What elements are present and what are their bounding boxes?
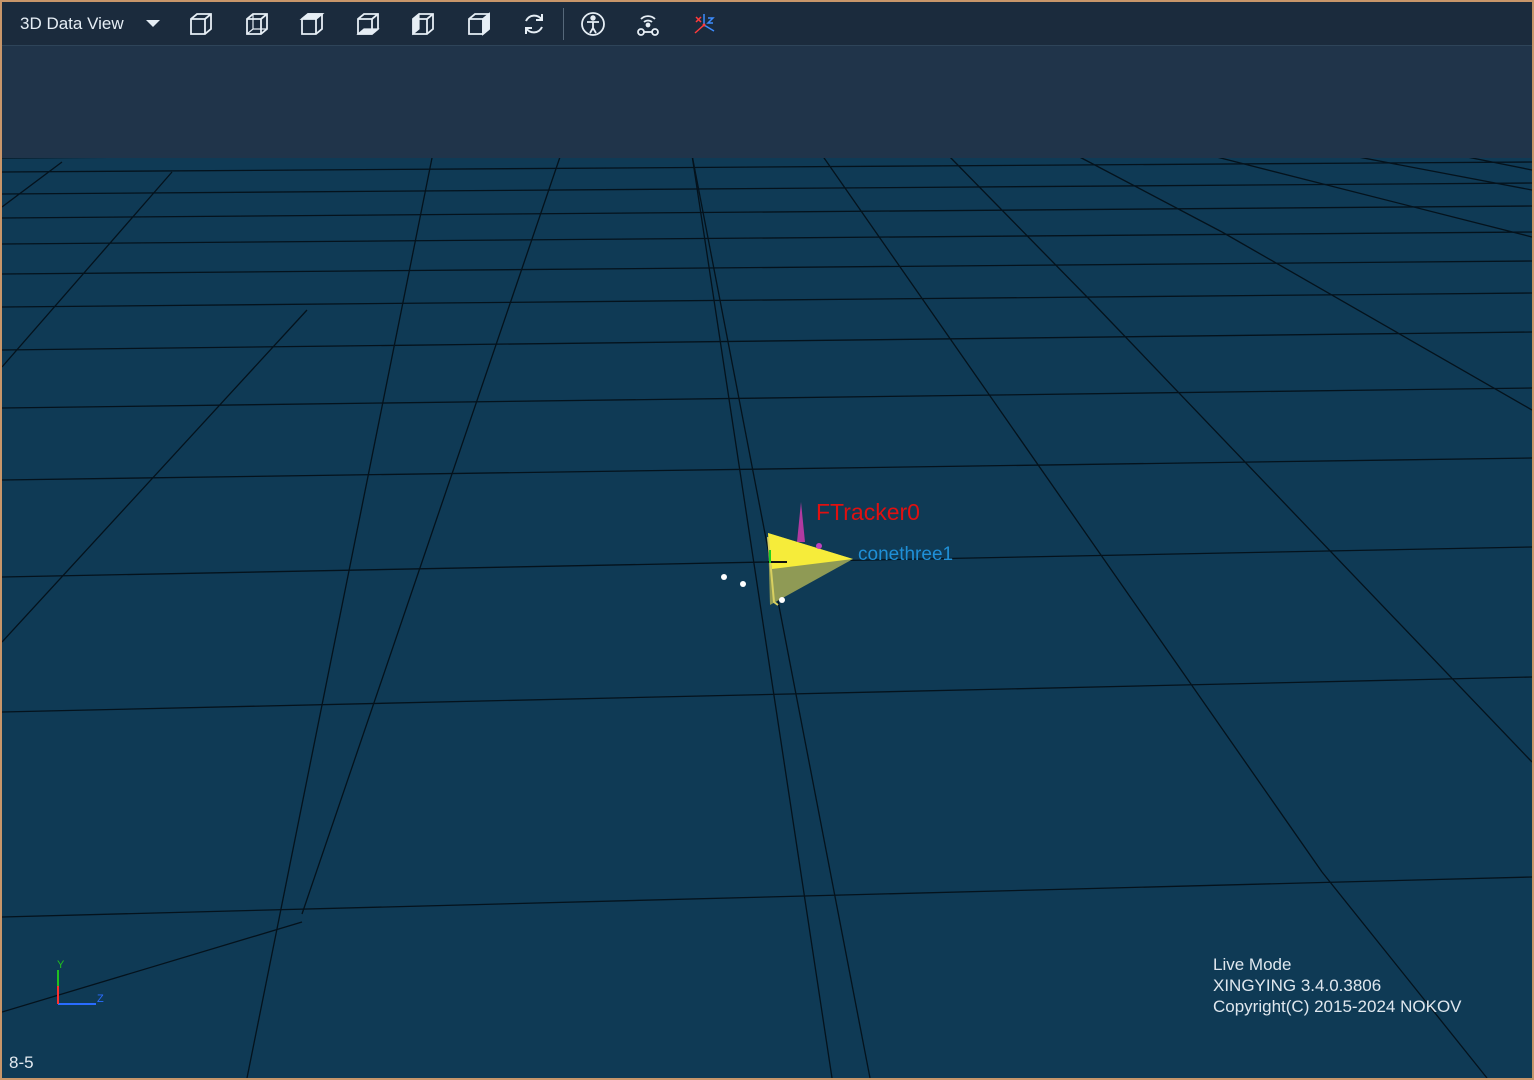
reset-view-button[interactable] [507, 2, 563, 45]
skeleton-button[interactable] [565, 2, 621, 45]
view-front-button[interactable] [174, 2, 230, 45]
toolbar-divider [563, 7, 565, 40]
axes-icon [694, 13, 715, 34]
status-info: Live Mode XINGYING 3.4.0.3806 Copyright(… [1213, 954, 1462, 1017]
skeleton-icon [580, 11, 605, 36]
rigid-body-label: conethree1 [858, 544, 954, 565]
view-left-button[interactable] [396, 2, 452, 45]
tracker-button[interactable] [621, 2, 677, 45]
tracker-icon [637, 14, 660, 36]
viewport-background [2, 46, 1532, 158]
view-index-label: 8-5 [9, 1053, 34, 1072]
reset-view-icon [525, 13, 544, 34]
copyright-text: Copyright(C) 2015-2024 NOKOV [1213, 997, 1462, 1016]
view-back-icon [245, 12, 268, 35]
view-right-button[interactable] [451, 2, 507, 45]
view-top-button[interactable] [285, 2, 341, 45]
view-front-icon [190, 12, 213, 35]
view-mode-dropdown[interactable]: 3D Data View [2, 2, 174, 45]
view-bottom-button[interactable] [340, 2, 396, 45]
version-text: XINGYING 3.4.0.3806 [1213, 976, 1382, 995]
view-top-icon [299, 12, 325, 35]
view-right-icon [467, 11, 490, 36]
chevron-down-icon [145, 20, 160, 27]
view-back-button[interactable] [229, 2, 285, 45]
view-bottom-icon [356, 12, 380, 35]
view-mode-label: 3D Data View [20, 13, 124, 33]
tracker-label: FTracker0 [816, 499, 920, 525]
mode-text: Live Mode [1213, 955, 1292, 974]
floor-grid [2, 148, 1532, 1078]
3d-viewport[interactable]: 3D Data View FTracker0 conethree1 Y Z Li… [0, 0, 1534, 1080]
axes-button[interactable] [676, 2, 732, 45]
view-left-icon [412, 12, 435, 35]
viewport-toolbar: 3D Data View [2, 2, 1532, 46]
